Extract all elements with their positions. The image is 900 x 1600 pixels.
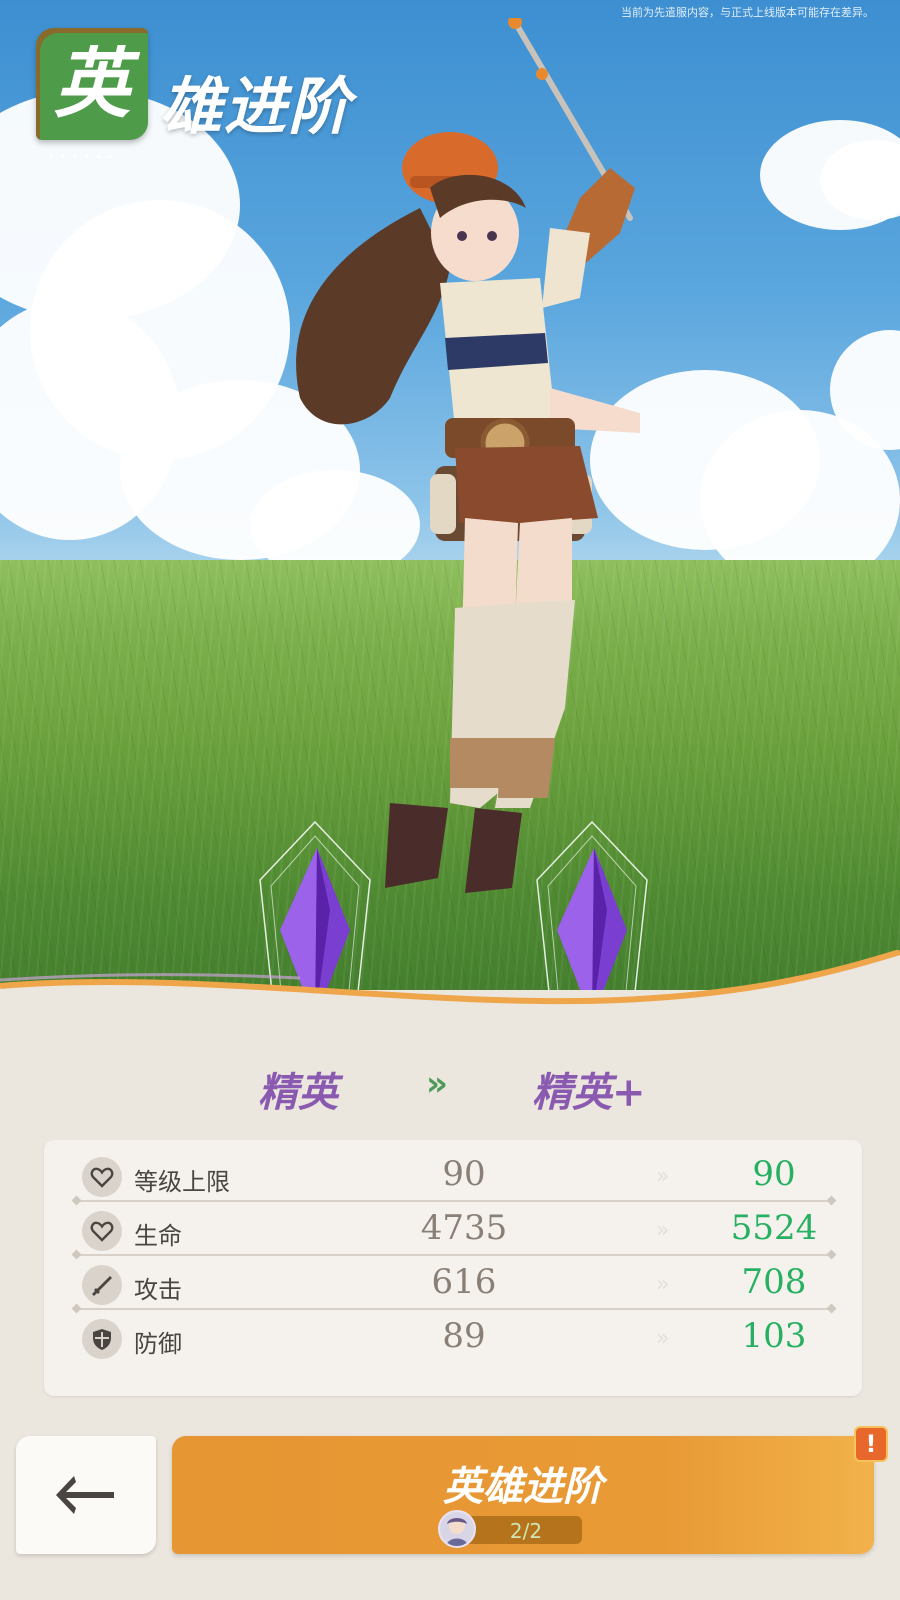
back-arrow-icon: [56, 1476, 114, 1514]
stat-row-defense: 防御 89 » 103: [44, 1310, 862, 1364]
stat-row-health: 生命 4735 » 5524: [44, 1202, 862, 1256]
stat-current-value: 90: [442, 1154, 486, 1194]
stat-name: 防御: [134, 1330, 182, 1358]
hero-avatar-icon: [438, 1510, 476, 1548]
stat-next-value: 5524: [730, 1208, 818, 1248]
hero-advance-button[interactable]: 英雄进阶 2/2: [172, 1436, 874, 1554]
advance-cost: 2/2: [438, 1510, 582, 1548]
rank-current-label: 精英: [258, 1069, 338, 1116]
rank-next-label: 精英+: [532, 1069, 646, 1116]
hero-character-illustration: [296, 18, 640, 893]
stat-current-value: 89: [442, 1316, 486, 1356]
title-badge: 英: [36, 28, 148, 140]
stat-row-level-cap: 等级上限 90 » 90: [44, 1148, 862, 1202]
stat-next-value: 90: [752, 1154, 796, 1194]
hero-advance-label: 英雄进阶: [443, 1463, 603, 1510]
stat-comparison-table: 等级上限 90 » 90 生命 4735 » 5524 攻击 616 » 708…: [44, 1140, 862, 1396]
stat-name: 攻击: [134, 1276, 182, 1304]
heart-icon: [82, 1157, 122, 1197]
stat-arrow: »: [656, 1326, 670, 1351]
advance-cost-count: 2/2: [509, 1519, 543, 1543]
sword-icon: [82, 1265, 122, 1305]
stat-next-value: 708: [741, 1262, 807, 1302]
stat-current-value: 4735: [420, 1208, 508, 1248]
stat-row-attack: 攻击 616 » 708: [44, 1256, 862, 1310]
rank-arrow: »: [426, 1064, 448, 1104]
title-dots: ••••••: [48, 152, 120, 163]
panel-top-edge: [0, 950, 900, 1040]
stat-next-value: 103: [741, 1316, 807, 1356]
stat-arrow: »: [656, 1164, 670, 1189]
shield-icon: [82, 1319, 122, 1359]
stat-name: 生命: [134, 1222, 182, 1250]
stat-current-value: 616: [431, 1262, 497, 1302]
stat-name: 等级上限: [134, 1168, 230, 1196]
alert-icon: !: [865, 1430, 877, 1458]
title-badge-char: 英: [54, 39, 130, 128]
alert-badge: !: [854, 1426, 888, 1462]
back-button[interactable]: [16, 1436, 156, 1554]
heart-icon: [82, 1211, 122, 1251]
stat-arrow: »: [656, 1272, 670, 1297]
stat-arrow: »: [656, 1218, 670, 1243]
